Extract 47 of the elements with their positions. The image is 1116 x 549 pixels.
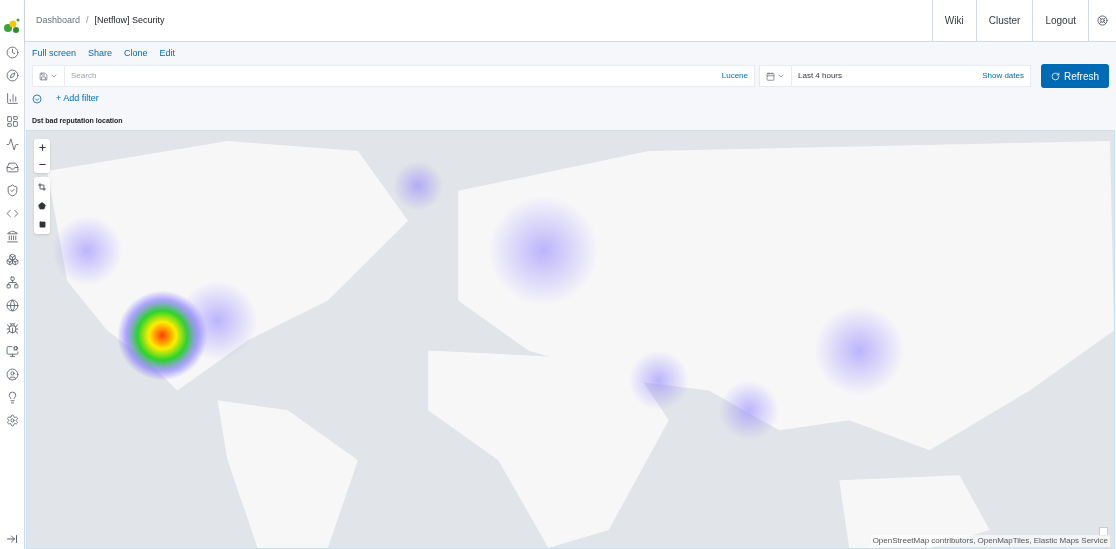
header-link[interactable]: Cluster xyxy=(975,0,1033,42)
inbox-icon[interactable] xyxy=(5,161,19,174)
chevron-down-icon xyxy=(50,72,58,80)
query-language-link[interactable]: Lucene xyxy=(715,70,754,82)
filter-options-icon[interactable] xyxy=(32,94,42,104)
code-icon[interactable] xyxy=(5,207,19,220)
bar-chart-icon[interactable] xyxy=(5,92,19,105)
add-filter-link[interactable]: + Add filter xyxy=(56,92,99,106)
nav-link[interactable]: Share xyxy=(88,47,113,61)
network-icon[interactable] xyxy=(5,276,19,289)
refresh-button[interactable]: Refresh xyxy=(1041,64,1109,88)
bug-icon[interactable] xyxy=(5,322,19,335)
globe-icon[interactable] xyxy=(5,299,19,312)
map-attribution: OpenStreetMap contributors, OpenMapTiles, Elastic Maps Service xyxy=(870,535,1110,547)
chevron-down-icon xyxy=(777,72,785,80)
settings-icon[interactable] xyxy=(5,414,19,427)
header-link[interactable]: Logout xyxy=(1032,0,1088,42)
compass-icon[interactable] xyxy=(5,69,19,82)
nav-link[interactable]: Clone xyxy=(124,47,148,61)
boxes-icon[interactable] xyxy=(5,253,19,266)
legend-toggle[interactable] xyxy=(1099,527,1108,536)
save-icon xyxy=(39,71,48,81)
collapse-icon[interactable] xyxy=(6,533,18,545)
building-icon[interactable] xyxy=(5,230,19,243)
header-link[interactable]: Wiki xyxy=(931,0,976,42)
monitor-icon[interactable] xyxy=(5,345,19,358)
nav-link[interactable]: Edit xyxy=(159,47,176,61)
dashboard-icon[interactable] xyxy=(5,115,19,128)
shield-icon[interactable] xyxy=(5,184,19,197)
search-field[interactable]: Search xyxy=(65,70,716,82)
calendar-icon xyxy=(766,71,775,81)
show-dates-link[interactable]: Show dates xyxy=(976,70,1030,82)
breadcrumb-separator: / xyxy=(86,13,89,27)
activity-icon[interactable] xyxy=(5,138,19,151)
search-bar[interactable]: Search Lucene xyxy=(32,65,755,87)
help-icon[interactable] xyxy=(1097,15,1108,26)
breadcrumb[interactable]: Dashboard xyxy=(36,13,81,28)
crop-icon xyxy=(38,182,46,191)
logo-icon[interactable] xyxy=(2,16,22,36)
nav-link[interactable]: Full screen xyxy=(32,47,76,61)
breadcrumb[interactable]: [Netflow] Security xyxy=(94,13,165,28)
polygon-icon xyxy=(38,201,46,210)
time-range[interactable]: Last 4 hours xyxy=(792,70,977,82)
plus-icon xyxy=(37,143,47,152)
refresh-icon xyxy=(1051,71,1060,81)
user-icon[interactable] xyxy=(5,368,19,381)
clock-icon[interactable] xyxy=(5,46,19,59)
